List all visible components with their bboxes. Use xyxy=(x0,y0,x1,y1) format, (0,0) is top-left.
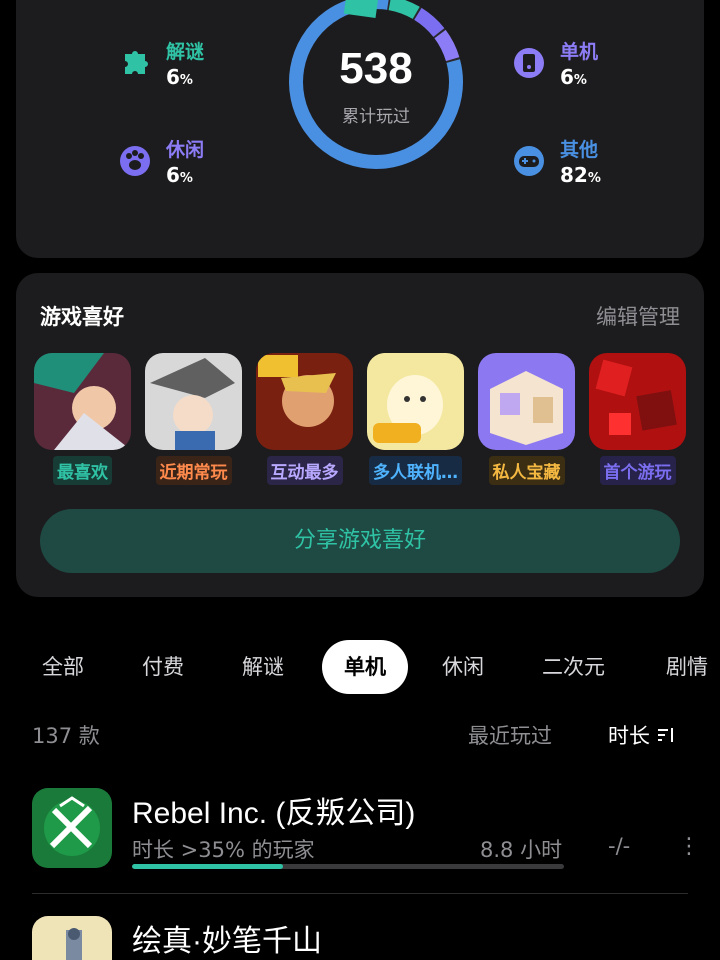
edit-manage-button[interactable]: 编辑管理 xyxy=(596,301,680,331)
stat-label: 其他 xyxy=(560,139,599,161)
game-tag: 私人宝藏 xyxy=(488,456,565,485)
game-art xyxy=(367,353,464,450)
favorite-games-row: 最喜欢 近期常玩 互动最多 多人联机… 私人宝藏 首个游玩 xyxy=(34,353,686,485)
favorite-game-item[interactable]: 多人联机… xyxy=(367,353,464,485)
sort-recent-button[interactable]: 最近玩过 xyxy=(468,720,552,750)
preferences-title: 游戏喜好 xyxy=(40,305,124,329)
tab-standalone[interactable]: 单机 xyxy=(322,640,408,694)
favorite-game-item[interactable]: 首个游玩 xyxy=(589,353,686,485)
stat-percent: 6% xyxy=(166,65,193,89)
category-tabs: 全部 付费 解谜 单机 休闲 二次元 剧情 xyxy=(0,640,720,694)
playtime-progress-bar xyxy=(132,864,564,869)
more-options-icon[interactable]: ⋮ xyxy=(678,834,700,859)
game-preferences-card: 游戏喜好 编辑管理 最喜欢 近期常玩 互动最多 多人联机… 私人宝藏 首个游玩 … xyxy=(16,273,704,597)
stat-label: 解谜 xyxy=(166,41,205,63)
total-played-label: 累计玩过 xyxy=(342,107,410,127)
tab-casual[interactable]: 休闲 xyxy=(442,640,484,694)
game-tag: 首个游玩 xyxy=(599,456,676,485)
game-art xyxy=(34,353,131,450)
game-art xyxy=(478,353,575,450)
game-tag: 多人联机… xyxy=(369,456,462,485)
share-preferences-button[interactable]: 分享游戏喜好 xyxy=(40,509,680,573)
game-hours: 8.8 小时 xyxy=(480,838,563,862)
list-divider xyxy=(32,893,688,894)
game-icon xyxy=(32,916,112,960)
play-count-donut: 538 累计玩过 xyxy=(286,0,466,172)
game-title: 绘真·妙笔千山 xyxy=(132,925,322,958)
game-title: Rebel Inc. (反叛公司) xyxy=(132,797,416,830)
favorite-game-item[interactable]: 近期常玩 xyxy=(145,353,242,485)
favorite-game-item[interactable]: 最喜欢 xyxy=(34,353,131,485)
game-list-item[interactable]: Rebel Inc. (反叛公司) 时长 >35% 的玩家 8.8 小时 -/-… xyxy=(32,788,700,888)
sort-order-icon xyxy=(658,728,673,742)
donut-highlight-segment xyxy=(343,0,381,19)
stat-standalone[interactable]: 单机 6% xyxy=(512,40,598,94)
game-art xyxy=(145,353,242,450)
game-percentile: 时长 >35% 的玩家 xyxy=(132,838,315,862)
tab-anime[interactable]: 二次元 xyxy=(542,640,605,694)
device-icon xyxy=(514,48,544,78)
stats-card: 解谜 6% 休闲 6% 单机 6% 其他 82% 538 累计玩过 xyxy=(16,0,704,258)
tab-puzzle[interactable]: 解谜 xyxy=(242,640,284,694)
playtime-progress-fill xyxy=(132,864,284,869)
game-tag: 互动最多 xyxy=(266,456,343,485)
paw-icon xyxy=(120,146,150,176)
total-played-count: 538 xyxy=(339,44,413,93)
stat-percent: 6% xyxy=(560,65,587,89)
stat-label: 单机 xyxy=(560,41,599,63)
game-tag: 最喜欢 xyxy=(53,456,112,485)
favorite-game-item[interactable]: 私人宝藏 xyxy=(478,353,575,485)
tab-paid[interactable]: 付费 xyxy=(142,640,184,694)
stat-puzzle[interactable]: 解谜 6% xyxy=(118,40,204,94)
game-icon xyxy=(32,788,112,868)
tab-story[interactable]: 剧情 xyxy=(666,640,708,694)
sort-duration-label: 时长 xyxy=(608,724,650,748)
game-list-item[interactable]: 绘真·妙笔千山 xyxy=(32,916,688,960)
game-art xyxy=(589,353,686,450)
favorite-game-item[interactable]: 互动最多 xyxy=(256,353,353,485)
sort-duration-button[interactable]: 时长 xyxy=(608,720,676,750)
puzzle-icon xyxy=(125,51,148,74)
stat-percent: 6% xyxy=(166,163,193,187)
gamepad-icon xyxy=(514,146,544,176)
stat-casual[interactable]: 休闲 6% xyxy=(118,138,204,192)
game-tag: 近期常玩 xyxy=(155,456,232,485)
game-art xyxy=(256,353,353,450)
tab-all[interactable]: 全部 xyxy=(42,640,84,694)
stat-other[interactable]: 其他 82% xyxy=(512,138,601,192)
game-count: 137 款 xyxy=(32,724,100,748)
stat-percent: 82% xyxy=(560,163,601,187)
game-extra: -/- xyxy=(608,834,631,858)
stat-label: 休闲 xyxy=(166,139,205,161)
